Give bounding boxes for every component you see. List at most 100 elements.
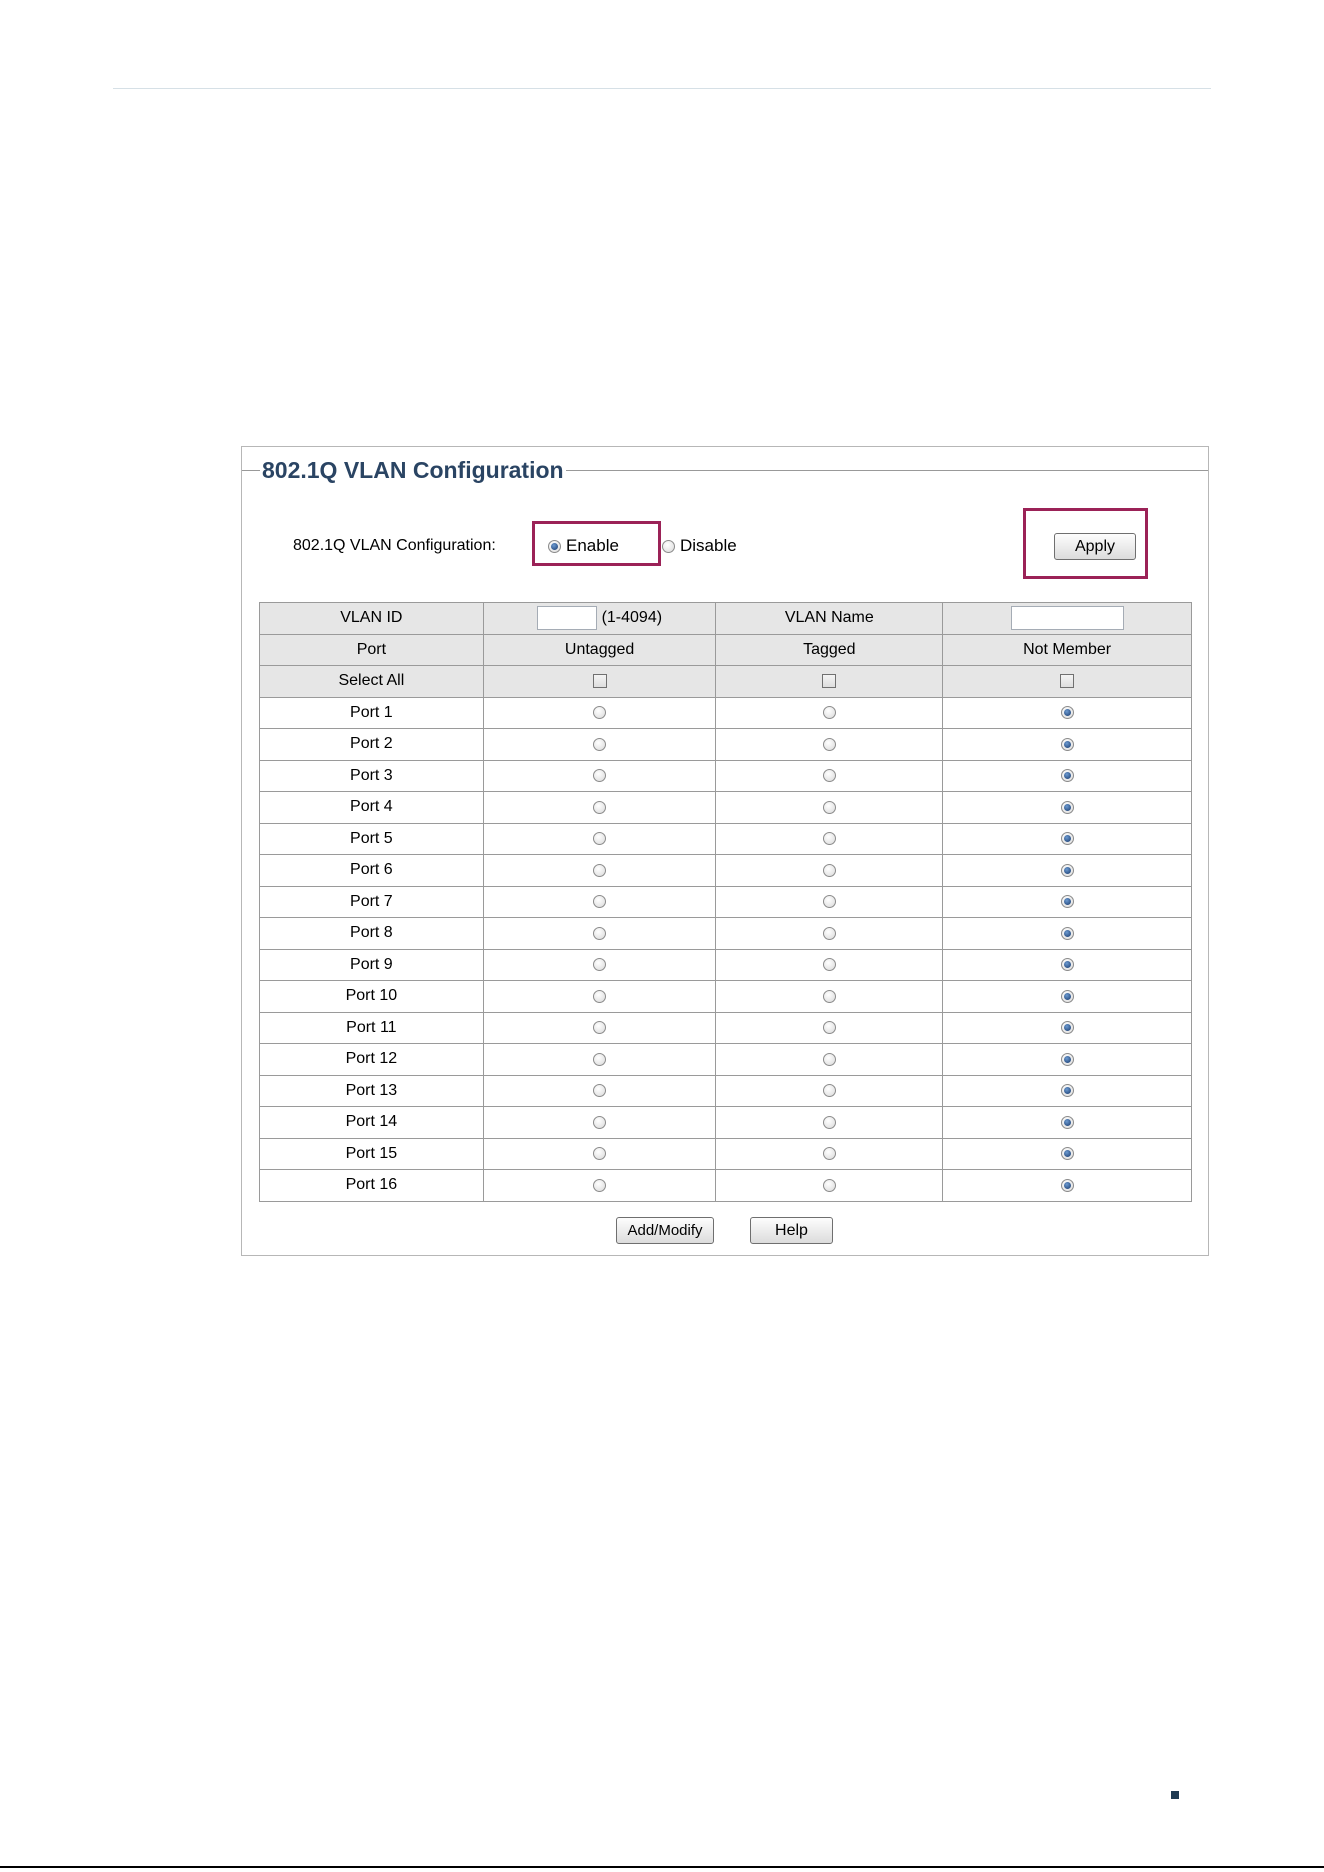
table-row: Port 1 bbox=[259, 696, 1192, 729]
tagged-radio[interactable] bbox=[822, 989, 836, 1003]
port-name: Port 11 bbox=[259, 1011, 484, 1044]
port-name: Port 12 bbox=[259, 1043, 484, 1076]
vlan-config-panel: 802.1Q VLAN Configuration 802.1Q VLAN Co… bbox=[241, 446, 1209, 1256]
port-name: Port 14 bbox=[259, 1106, 484, 1139]
tagged-radio[interactable] bbox=[822, 800, 836, 814]
vlan-name-cell bbox=[942, 602, 1192, 635]
vlan-id-cell: (1-4094) bbox=[482, 602, 717, 635]
untagged-radio[interactable] bbox=[593, 895, 607, 909]
tagged-radio[interactable] bbox=[822, 769, 836, 783]
table-row: Port 8 bbox=[259, 917, 1192, 950]
vlan-id-range: (1-4094) bbox=[601, 609, 663, 627]
untagged-radio[interactable] bbox=[593, 1052, 607, 1066]
table-row: Port 5 bbox=[259, 822, 1192, 855]
untagged-radio[interactable] bbox=[593, 800, 607, 814]
port-name: Port 1 bbox=[259, 696, 484, 729]
table-header-row: Port Untagged Tagged Not Member bbox=[259, 633, 1192, 666]
table-row: Port 2 bbox=[259, 728, 1192, 761]
untagged-column-header: Untagged bbox=[482, 633, 717, 666]
untagged-radio[interactable] bbox=[593, 769, 607, 783]
tagged-radio[interactable] bbox=[822, 706, 836, 720]
not-member-radio[interactable] bbox=[1060, 1178, 1074, 1192]
page-marker-square bbox=[1171, 1791, 1179, 1799]
table-row: Port 4 bbox=[259, 791, 1192, 824]
not-member-radio[interactable] bbox=[1060, 958, 1074, 972]
untagged-radio[interactable] bbox=[593, 737, 607, 751]
tagged-radio[interactable] bbox=[822, 1021, 836, 1035]
enable-highlight-box bbox=[532, 521, 661, 566]
table-row: Port 15 bbox=[259, 1137, 1192, 1170]
tagged-radio[interactable] bbox=[822, 863, 836, 877]
tagged-radio[interactable] bbox=[822, 895, 836, 909]
tagged-radio[interactable] bbox=[822, 737, 836, 751]
untagged-radio[interactable] bbox=[593, 1115, 607, 1129]
table-row: Port 7 bbox=[259, 885, 1192, 918]
tagged-radio[interactable] bbox=[822, 1147, 836, 1161]
table-row: Port 12 bbox=[259, 1043, 1192, 1076]
port-name: Port 16 bbox=[259, 1169, 484, 1202]
untagged-radio[interactable] bbox=[593, 958, 607, 972]
vlan-name-input[interactable] bbox=[1010, 606, 1124, 631]
not-member-radio[interactable] bbox=[1060, 1115, 1074, 1129]
port-name: Port 6 bbox=[259, 854, 484, 887]
untagged-radio[interactable] bbox=[593, 832, 607, 846]
table-row: Port 13 bbox=[259, 1074, 1192, 1107]
disable-option[interactable]: Disable bbox=[662, 536, 737, 556]
port-name: Port 3 bbox=[259, 759, 484, 792]
not-member-radio[interactable] bbox=[1060, 832, 1074, 846]
not-member-radio[interactable] bbox=[1060, 1084, 1074, 1098]
select-all-not-member-checkbox[interactable] bbox=[1060, 674, 1075, 689]
table-row: Port 16 bbox=[259, 1169, 1192, 1202]
tagged-radio[interactable] bbox=[822, 832, 836, 846]
help-button[interactable]: Help bbox=[750, 1217, 833, 1244]
tagged-radio[interactable] bbox=[822, 926, 836, 940]
tagged-radio[interactable] bbox=[822, 958, 836, 972]
select-all-row: Select All bbox=[259, 665, 1192, 698]
untagged-radio[interactable] bbox=[593, 1084, 607, 1098]
table-row: Port 6 bbox=[259, 854, 1192, 887]
select-all-untagged-checkbox[interactable] bbox=[592, 674, 607, 689]
disable-label: Disable bbox=[680, 536, 737, 555]
not-member-radio[interactable] bbox=[1060, 706, 1074, 720]
table-row: Port 3 bbox=[259, 759, 1192, 792]
tagged-column-header: Tagged bbox=[715, 633, 944, 666]
disable-radio[interactable] bbox=[662, 539, 675, 553]
untagged-radio[interactable] bbox=[593, 1147, 607, 1161]
port-name: Port 15 bbox=[259, 1137, 484, 1170]
untagged-radio[interactable] bbox=[593, 1021, 607, 1035]
port-name: Port 7 bbox=[259, 885, 484, 918]
header-divider bbox=[113, 88, 1211, 89]
not-member-radio[interactable] bbox=[1060, 1021, 1074, 1035]
table-row: Port 11 bbox=[259, 1011, 1192, 1044]
add-modify-button[interactable]: Add/Modify bbox=[616, 1217, 714, 1244]
not-member-radio[interactable] bbox=[1060, 769, 1074, 783]
tagged-radio[interactable] bbox=[822, 1052, 836, 1066]
not-member-radio[interactable] bbox=[1060, 800, 1074, 814]
not-member-radio[interactable] bbox=[1060, 989, 1074, 1003]
port-name: Port 2 bbox=[259, 728, 484, 761]
vlan-id-input[interactable] bbox=[537, 606, 598, 631]
untagged-radio[interactable] bbox=[593, 706, 607, 720]
tagged-radio[interactable] bbox=[822, 1115, 836, 1129]
apply-highlight-box bbox=[1023, 508, 1148, 579]
not-member-radio[interactable] bbox=[1060, 926, 1074, 940]
not-member-radio[interactable] bbox=[1060, 863, 1074, 877]
not-member-radio[interactable] bbox=[1060, 1052, 1074, 1066]
vlan-name-label: VLAN Name bbox=[715, 602, 944, 635]
untagged-radio[interactable] bbox=[593, 863, 607, 877]
tagged-radio[interactable] bbox=[822, 1178, 836, 1192]
untagged-radio[interactable] bbox=[593, 989, 607, 1003]
port-name: Port 13 bbox=[259, 1074, 484, 1107]
select-all-tagged-checkbox[interactable] bbox=[822, 674, 837, 689]
not-member-radio[interactable] bbox=[1060, 895, 1074, 909]
port-name: Port 9 bbox=[259, 948, 484, 981]
panel-title: 802.1Q VLAN Configuration bbox=[260, 455, 566, 485]
untagged-radio[interactable] bbox=[593, 926, 607, 940]
select-all-label: Select All bbox=[259, 665, 484, 698]
untagged-radio[interactable] bbox=[593, 1178, 607, 1192]
not-member-radio[interactable] bbox=[1060, 1147, 1074, 1161]
table-row: Port 10 bbox=[259, 980, 1192, 1013]
table-row: Port 14 bbox=[259, 1106, 1192, 1139]
not-member-radio[interactable] bbox=[1060, 737, 1074, 751]
tagged-radio[interactable] bbox=[822, 1084, 836, 1098]
